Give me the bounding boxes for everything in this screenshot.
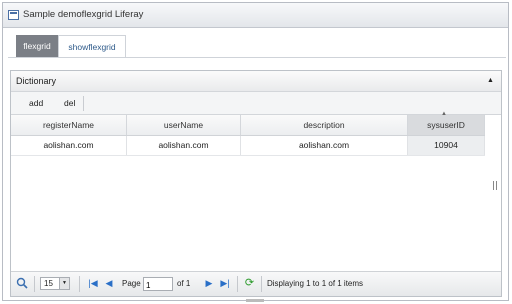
- tab-divider: [8, 57, 506, 58]
- pager-separator: [34, 276, 35, 292]
- cell-sysuserid: 10904: [408, 136, 485, 155]
- column-header-description[interactable]: description: [241, 115, 408, 135]
- column-resize-handle[interactable]: [493, 181, 497, 190]
- first-page-icon[interactable]: |◀: [87, 277, 99, 290]
- delete-button[interactable]: del: [64, 98, 75, 108]
- cell-registername: aolishan.com: [11, 136, 127, 155]
- grid-toolbar: add del: [11, 92, 501, 115]
- page-total-label: of 1: [177, 279, 191, 288]
- cell-username: aolishan.com: [127, 136, 241, 155]
- tab-flexgrid[interactable]: flexgrid: [16, 35, 58, 57]
- column-header-sysuserid[interactable]: sysuserID: [408, 115, 485, 135]
- add-button[interactable]: add: [29, 98, 43, 108]
- last-page-icon[interactable]: ▶|: [219, 277, 231, 290]
- search-icon[interactable]: [16, 277, 28, 289]
- flexgrid: Dictionary ▲ add del ▲ registerName user…: [10, 70, 502, 297]
- grid-resize-handle[interactable]: [246, 299, 264, 302]
- portlet-icon: [8, 10, 19, 20]
- table-header: registerName userName description sysuse…: [11, 115, 485, 136]
- page-number-input[interactable]: [143, 277, 173, 291]
- pager-separator: [79, 276, 80, 292]
- grid-title: Dictionary: [16, 76, 57, 86]
- tab-showflexgrid[interactable]: showflexgrid: [58, 35, 126, 57]
- prev-page-icon[interactable]: ◀: [103, 277, 115, 290]
- pager-status: Displaying 1 to 1 of 1 items: [267, 279, 364, 288]
- pager: 15 ▼ |◀ ◀ Page of 1 ▶ ▶| ⟳ Displaying 1 …: [11, 271, 501, 296]
- table-row[interactable]: aolishan.com aolishan.com aolishan.com 1…: [11, 136, 485, 156]
- chevron-down-icon[interactable]: ▼: [59, 278, 69, 289]
- portlet-title: Sample demoflexgrid Liferay: [23, 9, 144, 20]
- refresh-icon[interactable]: ⟳: [243, 276, 256, 290]
- page-label: Page: [122, 279, 141, 288]
- pager-separator: [261, 276, 262, 292]
- next-page-icon[interactable]: ▶: [203, 277, 215, 290]
- column-header-registername[interactable]: registerName: [11, 115, 127, 135]
- pager-separator: [237, 276, 238, 292]
- collapse-icon[interactable]: ▲: [485, 75, 496, 86]
- column-header-username[interactable]: userName: [127, 115, 241, 135]
- portlet-title-bar: Sample demoflexgrid Liferay: [3, 3, 508, 28]
- page-size-value: 15: [44, 279, 53, 288]
- page-size-select[interactable]: 15 ▼: [40, 277, 70, 290]
- toolbar-separator: [83, 96, 84, 111]
- grid-title-bar: Dictionary ▲: [11, 71, 501, 92]
- cell-description: aolishan.com: [241, 136, 408, 155]
